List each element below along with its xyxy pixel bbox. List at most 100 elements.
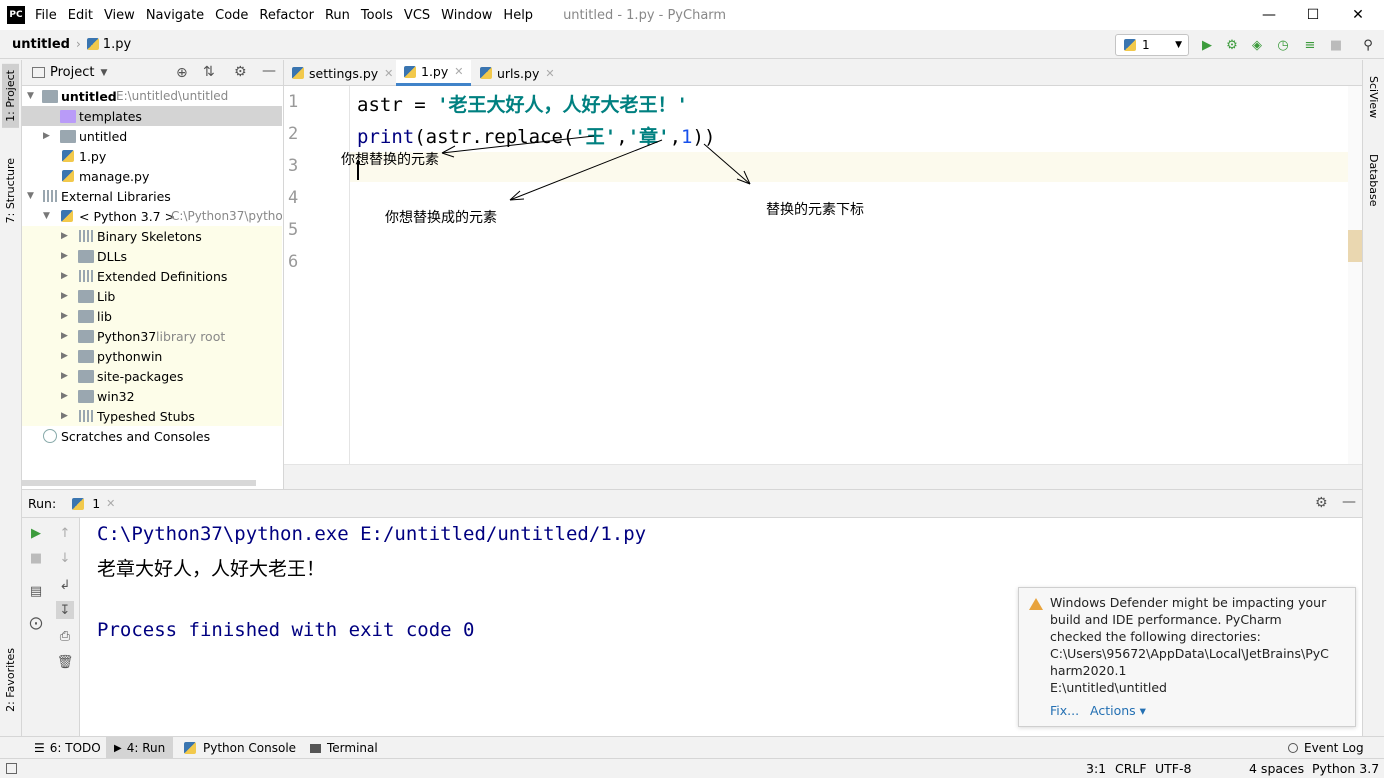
coverage-icon[interactable]: ◈ <box>1249 37 1265 53</box>
horizontal-scrollbar[interactable] <box>22 480 256 486</box>
collapsed-arrow-icon[interactable]: ▶ <box>61 351 68 361</box>
expanded-arrow-icon[interactable]: ▼ <box>43 211 50 221</box>
down-arrow-icon[interactable]: ↓ <box>56 549 74 567</box>
tree-item-untitled-root[interactable]: ▼ untitled E:\untitled\untitled <box>22 86 282 106</box>
scroll-to-end-icon[interactable]: ↧ <box>56 601 74 619</box>
hide-panel-icon[interactable]: — <box>262 63 276 79</box>
print-icon[interactable]: ⎙ <box>56 627 74 645</box>
fix-link[interactable]: Fix... <box>1050 703 1079 718</box>
collapsed-arrow-icon[interactable]: ▶ <box>61 271 68 281</box>
debug-icon[interactable]: ⚙ <box>1224 37 1240 53</box>
profile-icon[interactable]: ◷ <box>1275 37 1291 53</box>
collapsed-arrow-icon[interactable]: ▶ <box>61 231 68 241</box>
menu-run[interactable]: Run <box>325 8 350 23</box>
tree-item-pythonwin[interactable]: ▶ pythonwin <box>22 346 282 366</box>
favorites-tool-tab[interactable]: 2: Favorites <box>2 642 19 718</box>
python-interpreter[interactable]: Python 3.7 <box>1312 761 1379 776</box>
maximize-button[interactable]: ☐ <box>1291 0 1335 30</box>
chevron-down-icon[interactable]: ▼ <box>100 68 107 78</box>
tree-item-python37[interactable]: ▶ Python37 library root <box>22 326 282 346</box>
caret-position[interactable]: 3:1 <box>1086 761 1106 776</box>
hide-panel-icon[interactable]: — <box>1342 494 1356 510</box>
gear-icon[interactable]: ⚙ <box>234 64 247 80</box>
event-log-tab[interactable]: Event Log <box>1280 737 1372 759</box>
run-tab[interactable]: ▶ 4: Run <box>106 737 174 759</box>
breadcrumb-file[interactable]: 1.py <box>103 37 131 52</box>
breadcrumb-project[interactable]: untitled <box>12 37 70 52</box>
todo-tab-label: 6: TODO <box>49 741 101 755</box>
terminal-tab[interactable]: Terminal <box>302 737 386 759</box>
database-tool-tab[interactable]: Database <box>1365 148 1382 213</box>
collapsed-arrow-icon[interactable]: ▶ <box>43 131 50 141</box>
close-icon[interactable]: ✕ <box>106 497 115 510</box>
expanded-arrow-icon[interactable]: ▼ <box>27 191 34 201</box>
tree-item-untitled-pkg[interactable]: ▶ untitled <box>22 126 282 146</box>
trash-icon[interactable]: 🗑 <box>56 653 74 671</box>
collapsed-arrow-icon[interactable]: ▶ <box>61 251 68 261</box>
stop-icon[interactable]: ■ <box>27 549 45 567</box>
menu-help[interactable]: Help <box>503 8 533 23</box>
sciview-tool-tab[interactable]: SciView <box>1365 70 1382 124</box>
tree-item-site-packages[interactable]: ▶ site-packages <box>22 366 282 386</box>
rerun-icon[interactable]: ▶ <box>27 524 45 542</box>
tree-item-python37-sdk[interactable]: ▼ < Python 3.7 > C:\Python37\python.exe <box>22 206 282 226</box>
up-arrow-icon[interactable]: ↑ <box>56 524 74 542</box>
menu-view[interactable]: View <box>104 8 135 23</box>
tree-item-scratches[interactable]: Scratches and Consoles <box>22 426 282 446</box>
collapse-all-icon[interactable]: ⇅ <box>203 64 215 80</box>
collapsed-arrow-icon[interactable]: ▶ <box>61 391 68 401</box>
structure-tool-tab[interactable]: 7: Structure <box>2 152 19 229</box>
actions-link[interactable]: Actions ▾ <box>1090 703 1146 718</box>
menu-tools[interactable]: Tools <box>361 8 393 23</box>
soft-wrap-icon[interactable]: ↲ <box>56 576 74 594</box>
collapsed-arrow-icon[interactable]: ▶ <box>61 331 68 341</box>
menu-code[interactable]: Code <box>215 8 248 23</box>
menu-navigate[interactable]: Navigate <box>146 8 204 23</box>
todo-tab[interactable]: ☰ 6: TODO <box>26 737 109 759</box>
editor-scrollbar[interactable] <box>1348 86 1362 464</box>
tree-item-lib-upper[interactable]: ▶ Lib <box>22 286 282 306</box>
tree-item-manage-py[interactable]: manage.py <box>22 166 282 186</box>
collapsed-arrow-icon[interactable]: ▶ <box>61 311 68 321</box>
tree-item-binary-skeletons[interactable]: ▶ Binary Skeletons <box>22 226 282 246</box>
line-separator[interactable]: CRLF <box>1115 761 1147 776</box>
tree-item-dlls[interactable]: ▶ DLLs <box>22 246 282 266</box>
locate-icon[interactable]: ⊕ <box>176 65 188 81</box>
tree-item-win32[interactable]: ▶ win32 <box>22 386 282 406</box>
menu-refactor[interactable]: Refactor <box>259 8 314 23</box>
search-icon[interactable]: ⚲ <box>1360 37 1376 53</box>
file-encoding[interactable]: UTF-8 <box>1155 761 1191 776</box>
run-tab-label[interactable]: 1 <box>92 496 100 511</box>
concurrency-icon[interactable]: ≡ <box>1302 37 1318 53</box>
minimize-button[interactable]: — <box>1247 0 1291 30</box>
project-panel: Project ▼ ⊕ ⇅ ⚙ — ▼ untitled E:\untitled… <box>22 60 284 489</box>
project-tool-tab[interactable]: 1: Project <box>2 64 19 128</box>
gear-icon[interactable]: ⚙ <box>1315 495 1328 511</box>
tree-item-typeshed-stubs[interactable]: ▶ Typeshed Stubs <box>22 406 282 426</box>
project-panel-title[interactable]: Project <box>50 65 94 80</box>
folder-icon <box>78 330 94 343</box>
collapsed-arrow-icon[interactable]: ▶ <box>61 411 68 421</box>
expanded-arrow-icon[interactable]: ▼ <box>27 91 34 101</box>
close-button[interactable]: ✕ <box>1336 0 1380 30</box>
folder-icon <box>78 250 94 263</box>
stop-icon[interactable]: ■ <box>1328 37 1344 53</box>
indent-setting[interactable]: 4 spaces <box>1249 761 1304 776</box>
collapsed-arrow-icon[interactable]: ▶ <box>61 371 68 381</box>
menu-file[interactable]: File <box>35 8 57 23</box>
menu-vcs[interactable]: VCS <box>404 8 430 23</box>
toggle-tool-windows-icon[interactable] <box>6 763 17 774</box>
tree-item-1py[interactable]: 1.py <box>22 146 282 166</box>
menu-window[interactable]: Window <box>441 8 492 23</box>
tree-item-templates[interactable]: templates <box>22 106 282 126</box>
tree-item-external-libraries[interactable]: ▼ External Libraries <box>22 186 282 206</box>
layout-icon[interactable]: ▤ <box>27 582 45 600</box>
collapsed-arrow-icon[interactable]: ▶ <box>61 291 68 301</box>
tree-item-lib-lower[interactable]: ▶ lib <box>22 306 282 326</box>
tree-item-extended-definitions[interactable]: ▶ Extended Definitions <box>22 266 282 286</box>
menu-edit[interactable]: Edit <box>68 8 93 23</box>
run-configuration-select[interactable]: 1 ▼ <box>1115 34 1189 56</box>
pin-icon[interactable]: ⨀ <box>27 614 45 632</box>
python-console-tab[interactable]: Python Console <box>176 737 304 759</box>
run-icon[interactable]: ▶ <box>1199 37 1215 53</box>
